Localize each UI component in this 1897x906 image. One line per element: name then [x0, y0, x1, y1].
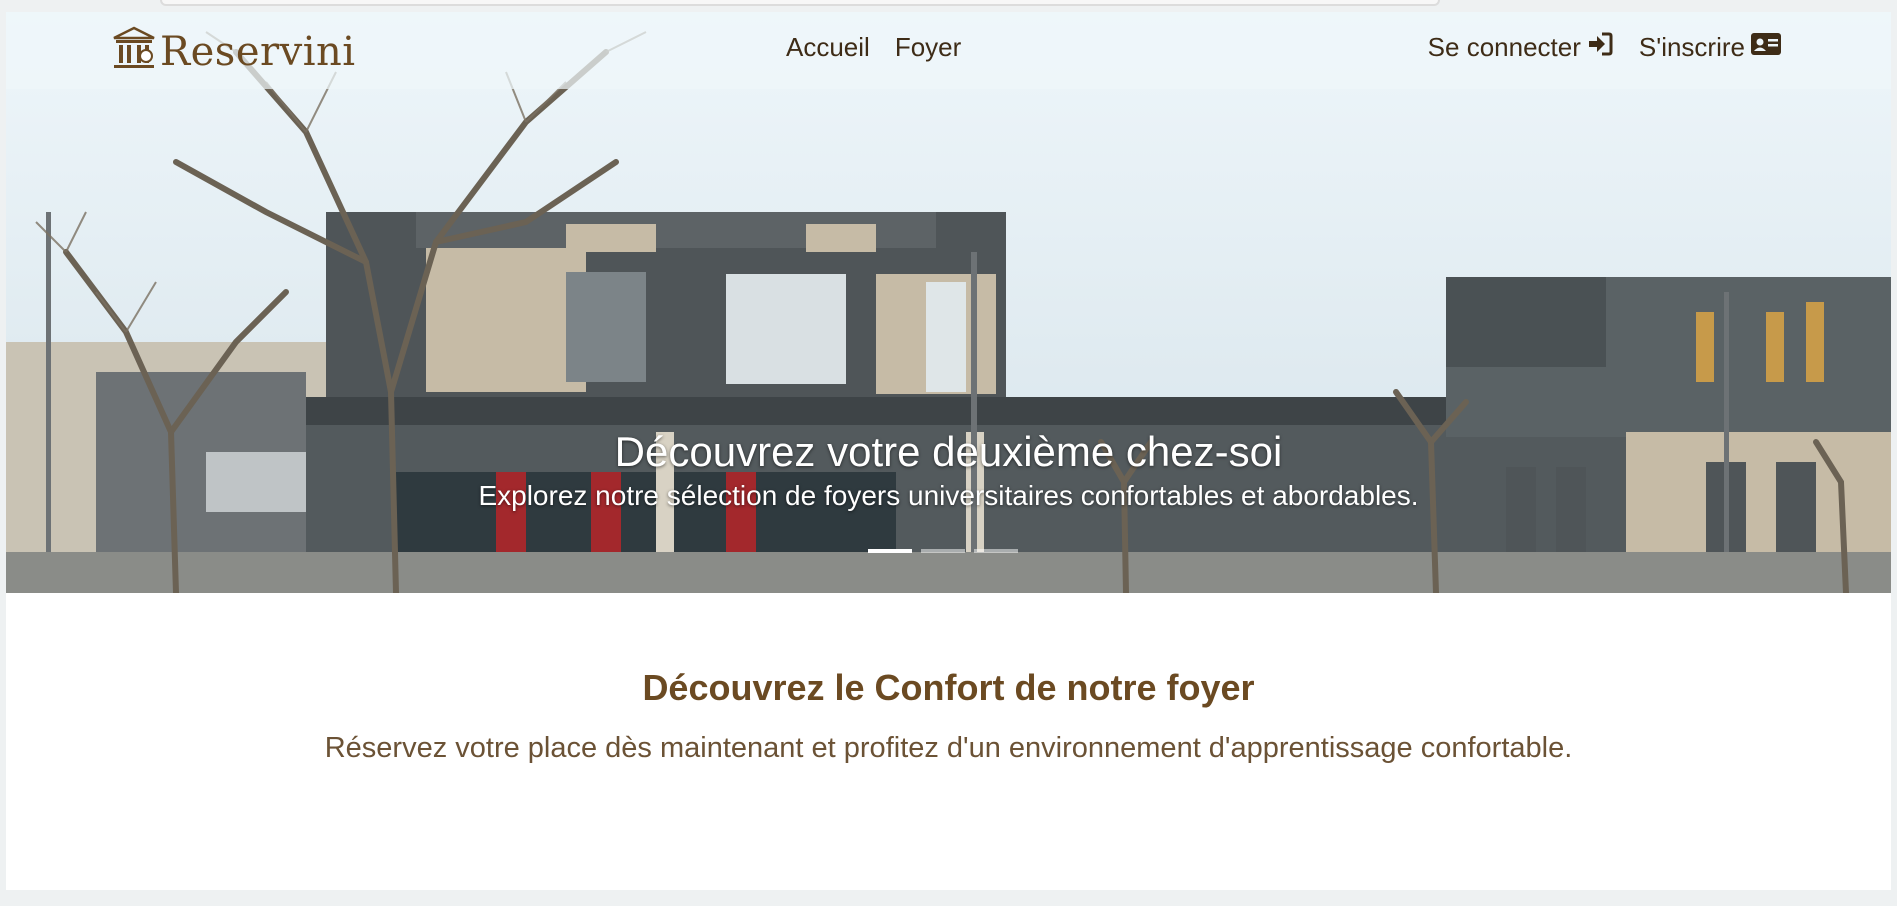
- navbar: Reservini Accueil Foyer Se connecter S'i…: [6, 12, 1891, 89]
- nav-link-foyer[interactable]: Foyer: [895, 32, 961, 63]
- brand-logo[interactable]: Reservini: [112, 26, 356, 77]
- auth-links: Se connecter S'inscrire: [1428, 32, 1781, 63]
- carousel-indicator-1[interactable]: [868, 549, 912, 553]
- signup-label: S'inscrire: [1638, 32, 1745, 62]
- building-columns-icon: [112, 26, 156, 77]
- login-label: Se connecter: [1427, 32, 1581, 62]
- id-card-icon: [1751, 32, 1781, 63]
- main-nav: Accueil Foyer: [786, 32, 961, 63]
- hero-subtitle: Explorez notre sélection de foyers unive…: [478, 480, 1419, 511]
- login-link[interactable]: Se connecter: [1428, 32, 1613, 63]
- hero-carousel[interactable]: Reservini Accueil Foyer Se connecter S'i…: [6, 12, 1891, 593]
- carousel-indicator-3[interactable]: [974, 549, 1018, 553]
- section-title: Découvrez le Confort de notre foyer: [642, 667, 1255, 708]
- signup-link[interactable]: S'inscrire: [1639, 32, 1781, 63]
- carousel-indicators: [868, 549, 1018, 553]
- browser-top-edge: [160, 0, 1440, 6]
- section-subtitle: Réservez votre place dès maintenant et p…: [324, 732, 1573, 764]
- brand-name: Reservini: [160, 28, 356, 75]
- hero-title: Découvrez votre deuxième chez-soi: [614, 428, 1283, 475]
- nav-link-accueil[interactable]: Accueil: [786, 32, 870, 63]
- sign-in-icon: [1587, 32, 1613, 63]
- carousel-indicator-2[interactable]: [921, 549, 965, 553]
- page-frame: Reservini Accueil Foyer Se connecter S'i…: [6, 12, 1891, 890]
